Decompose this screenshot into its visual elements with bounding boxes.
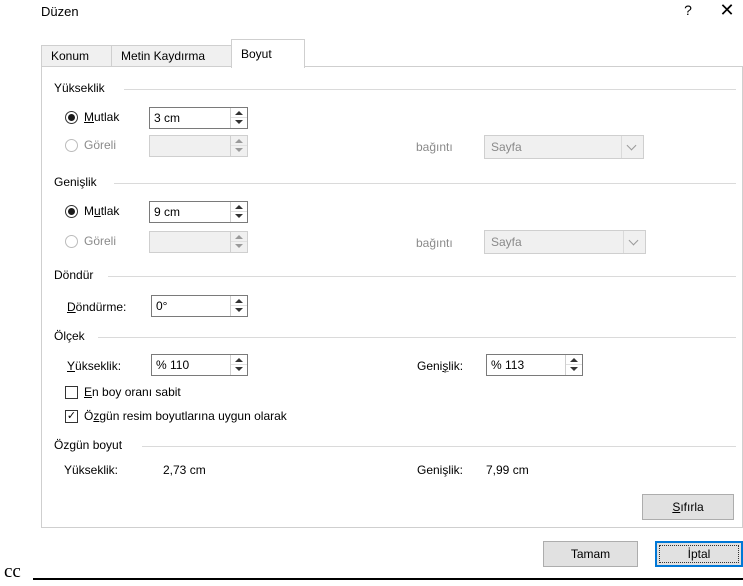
- original-width-label: Genişlik:: [417, 463, 464, 477]
- scale-height-spin-buttons: [230, 355, 247, 375]
- scale-height-label: Yükseklik:: [67, 359, 122, 373]
- dialog-title: Düzen: [41, 4, 79, 19]
- scale-section-divider: [98, 337, 736, 338]
- checkmark-icon: ✓: [66, 410, 77, 422]
- tab-konum[interactable]: Konum: [41, 45, 112, 67]
- ok-button[interactable]: Tamam: [543, 541, 638, 567]
- rotation-stepper[interactable]: 0°: [151, 295, 248, 317]
- scale-height-stepper[interactable]: % 110: [151, 354, 248, 376]
- rotation-up-icon[interactable]: [231, 296, 247, 306]
- width-relation-select[interactable]: Sayfa: [484, 230, 646, 254]
- width-relative-label: Göreli: [84, 234, 117, 248]
- width-absolute-stepper[interactable]: 9 cm: [149, 201, 248, 223]
- size-panel: Yükseklik Mutlak 3 cm Göreli bağıntı Say…: [41, 66, 743, 528]
- original-section-label: Özgün boyut: [54, 438, 123, 452]
- chevron-down-icon: [623, 231, 645, 253]
- original-width-value: 7,99 cm: [486, 463, 529, 477]
- height-section-label: Yükseklik: [54, 81, 105, 95]
- height-absolute-stepper[interactable]: 3 cm: [149, 107, 248, 129]
- width-relative-stepper[interactable]: [149, 231, 248, 253]
- rotation-label: Döndürme:: [67, 300, 127, 314]
- width-relative-up-icon[interactable]: [231, 232, 247, 242]
- width-relative-spin-buttons: [230, 232, 247, 252]
- help-button[interactable]: ?: [680, 2, 696, 18]
- relative-original-label: Özgün resim boyutlarına uygun olarak: [84, 409, 287, 423]
- chevron-down-icon: [621, 136, 643, 158]
- original-height-value: 2,73 cm: [163, 463, 206, 477]
- rotation-spin-buttons: [230, 296, 247, 316]
- height-relative-label: Göreli: [84, 138, 117, 152]
- height-relative-radio[interactable]: [65, 139, 78, 152]
- document-underline: [33, 578, 743, 580]
- scale-width-stepper[interactable]: % 113: [486, 354, 583, 376]
- scale-width-down-icon[interactable]: [566, 365, 582, 375]
- width-relative-down-icon[interactable]: [231, 242, 247, 252]
- height-absolute-down-icon[interactable]: [231, 118, 247, 128]
- scale-height-down-icon[interactable]: [231, 365, 247, 375]
- rotate-section-divider: [108, 276, 736, 277]
- width-absolute-value[interactable]: 9 cm: [154, 205, 180, 219]
- rotation-value[interactable]: 0°: [156, 299, 167, 313]
- height-relative-up-icon[interactable]: [231, 136, 247, 146]
- height-section-divider: [124, 89, 736, 90]
- scale-width-value[interactable]: % 113: [491, 358, 524, 372]
- scale-section-label: Ölçek: [54, 329, 85, 343]
- tab-boyut[interactable]: Boyut: [231, 39, 305, 68]
- height-relation-value: Sayfa: [491, 140, 522, 154]
- rotate-section-label: Döndür: [54, 268, 94, 282]
- reset-button[interactable]: Sıfırla: [642, 494, 734, 520]
- height-relative-spin-buttons: [230, 136, 247, 156]
- height-relation-label: bağıntı: [416, 140, 453, 154]
- height-relative-down-icon[interactable]: [231, 146, 247, 156]
- scale-height-value[interactable]: % 110: [156, 358, 189, 372]
- width-absolute-radio[interactable]: [65, 205, 78, 218]
- original-height-label: Yükseklik:: [64, 463, 119, 477]
- width-section-label: Genişlik: [54, 175, 97, 189]
- lock-aspect-label: En boy oranı sabit: [84, 385, 181, 399]
- width-relative-radio[interactable]: [65, 235, 78, 248]
- height-absolute-radio[interactable]: [65, 111, 78, 124]
- height-absolute-up-icon[interactable]: [231, 108, 247, 118]
- scale-width-spin-buttons: [565, 355, 582, 375]
- width-section-divider: [114, 183, 736, 184]
- width-relation-value: Sayfa: [491, 235, 522, 249]
- width-absolute-up-icon[interactable]: [231, 202, 247, 212]
- cancel-button[interactable]: İptal: [655, 541, 743, 567]
- tab-strip: Konum Metin Kaydırma Boyut: [41, 39, 741, 68]
- width-relation-label: bağıntı: [416, 236, 453, 250]
- height-relative-stepper[interactable]: [149, 135, 248, 157]
- rotation-down-icon[interactable]: [231, 306, 247, 316]
- relative-original-checkbox[interactable]: ✓: [65, 410, 78, 423]
- scale-height-up-icon[interactable]: [231, 355, 247, 365]
- original-section-divider: [142, 446, 736, 447]
- height-relation-select[interactable]: Sayfa: [484, 135, 644, 159]
- scale-width-up-icon[interactable]: [566, 355, 582, 365]
- close-icon[interactable]: ✕: [718, 0, 736, 21]
- height-absolute-label: Mutlak: [84, 110, 120, 124]
- width-absolute-spin-buttons: [230, 202, 247, 222]
- width-absolute-down-icon[interactable]: [231, 212, 247, 222]
- height-absolute-value[interactable]: 3 cm: [154, 111, 180, 125]
- lock-aspect-checkbox[interactable]: [65, 386, 78, 399]
- document-text: cc: [4, 561, 21, 582]
- tab-metin-kaydirma[interactable]: Metin Kaydırma: [111, 45, 232, 67]
- scale-width-label: Genişlik:: [417, 359, 464, 373]
- height-absolute-spin-buttons: [230, 108, 247, 128]
- width-absolute-label: Mutlak: [84, 204, 120, 218]
- focus-ring: [659, 545, 739, 563]
